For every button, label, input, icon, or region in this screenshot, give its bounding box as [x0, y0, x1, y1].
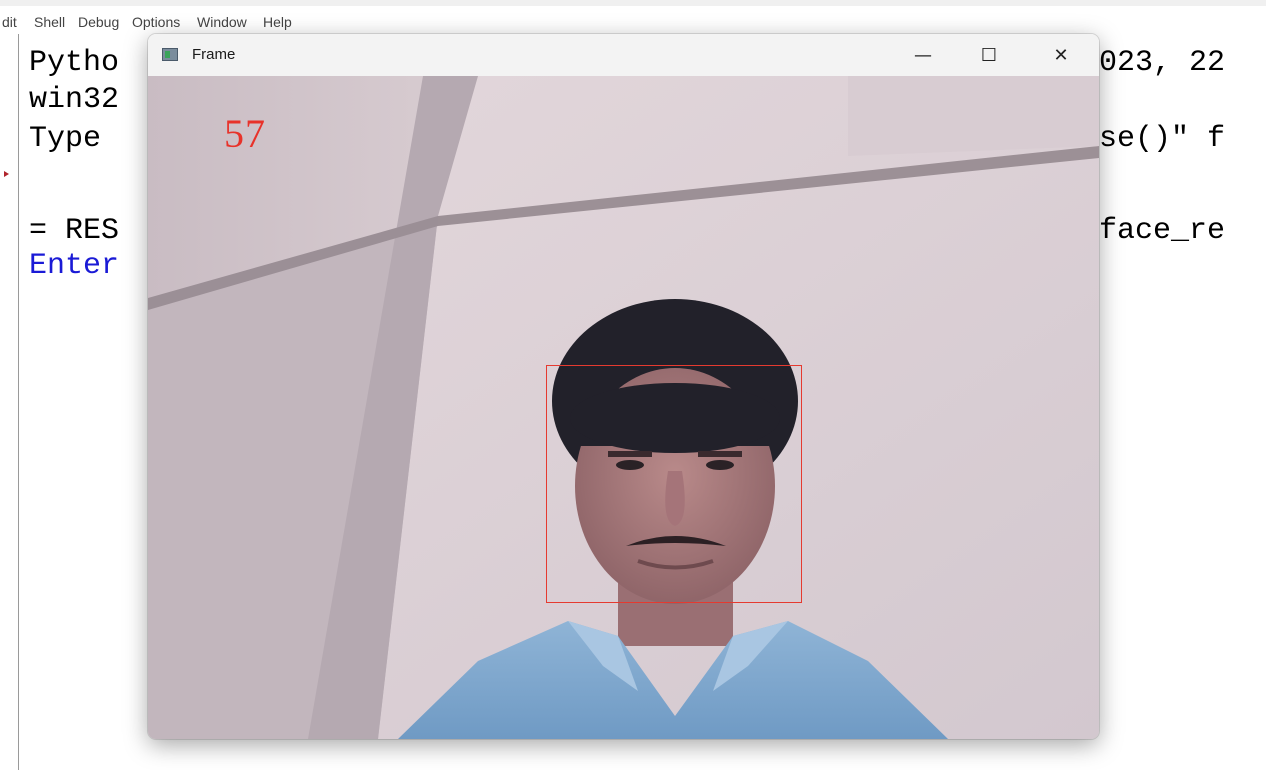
- minimize-icon: —: [914, 44, 932, 66]
- menu-edit[interactable]: dit: [2, 14, 17, 30]
- close-button[interactable]: ✕: [1038, 34, 1084, 76]
- shell-line-python: Pytho: [29, 46, 120, 80]
- shell-line-enter: Enter: [29, 249, 120, 283]
- frame-titlebar[interactable]: Frame — ☐ ✕: [148, 34, 1099, 76]
- menu-options[interactable]: Options: [132, 14, 180, 30]
- close-icon: ✕: [1053, 44, 1069, 66]
- shell-line-license: se()" f: [1099, 122, 1226, 156]
- shell-line-restart: = RES: [29, 214, 120, 248]
- frame-title: Frame: [192, 46, 236, 63]
- maximize-button[interactable]: ☐: [966, 34, 1012, 76]
- menu-window[interactable]: Window: [197, 14, 247, 30]
- shell-line-type: Type: [29, 122, 102, 156]
- menu-debug[interactable]: Debug: [78, 14, 119, 30]
- face-detection-box: [546, 365, 802, 603]
- shell-line-version: 023, 22: [1099, 46, 1226, 80]
- shell-line-filename: face_re: [1099, 214, 1226, 248]
- menu-help[interactable]: Help: [263, 14, 292, 30]
- menu-shell[interactable]: Shell: [34, 14, 65, 30]
- frame-window: Frame — ☐ ✕ 57: [148, 34, 1099, 739]
- idle-menubar: dit Shell Debug Options Window Help: [0, 0, 1266, 30]
- gutter-marker-icon: [4, 171, 9, 177]
- detection-count-overlay: 57: [224, 111, 266, 156]
- app-icon: [162, 48, 178, 61]
- minimize-button[interactable]: —: [900, 34, 946, 76]
- maximize-icon: ☐: [980, 44, 998, 66]
- camera-feed: 57: [148, 76, 1099, 739]
- shell-line-win32: win32: [29, 83, 120, 117]
